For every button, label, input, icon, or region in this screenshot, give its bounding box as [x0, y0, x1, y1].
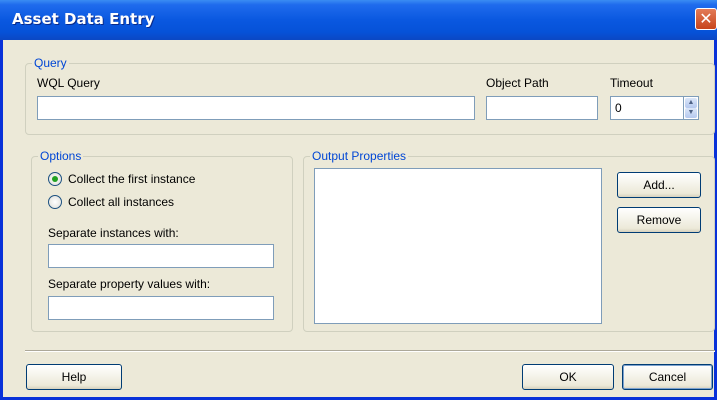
collect-all-radio[interactable]	[48, 195, 62, 209]
timeout-label: Timeout	[610, 76, 653, 90]
query-group-legend: Query	[32, 56, 69, 70]
separate-instances-input[interactable]	[48, 244, 274, 268]
timeout-input[interactable]	[610, 96, 684, 120]
ok-button[interactable]: OK	[522, 364, 614, 390]
close-icon: ✕	[699, 9, 713, 28]
separate-instances-label: Separate instances with:	[48, 226, 179, 240]
object-path-input[interactable]	[486, 96, 598, 120]
timeout-spinner[interactable]: ▲ ▼	[683, 96, 699, 120]
output-properties-list[interactable]	[314, 168, 602, 324]
output-properties-legend: Output Properties	[310, 149, 409, 163]
remove-button[interactable]: Remove	[617, 207, 701, 233]
options-group-legend: Options	[38, 149, 84, 163]
wql-query-input[interactable]	[37, 96, 475, 120]
help-button[interactable]: Help	[26, 364, 122, 390]
spin-up-icon[interactable]: ▲	[685, 98, 697, 108]
wql-query-label: WQL Query	[37, 76, 100, 90]
title-bar[interactable]: Asset Data Entry ✕	[0, 0, 717, 40]
asset-data-entry-dialog: Asset Data Entry ✕ Query WQL Query Objec…	[0, 0, 717, 400]
collect-first-label[interactable]: Collect the first instance	[68, 172, 195, 186]
spin-down-icon[interactable]: ▼	[685, 108, 697, 118]
cancel-button[interactable]: Cancel	[622, 364, 713, 390]
close-button[interactable]: ✕	[695, 8, 717, 30]
footer-separator	[25, 350, 715, 352]
object-path-label: Object Path	[486, 76, 549, 90]
radio-selected-dot	[52, 176, 58, 182]
window-title: Asset Data Entry	[12, 10, 155, 28]
separate-properties-input[interactable]	[48, 296, 274, 320]
collect-all-label[interactable]: Collect all instances	[68, 195, 174, 209]
separate-properties-label: Separate property values with:	[48, 277, 211, 291]
collect-first-radio[interactable]	[48, 172, 62, 186]
add-button[interactable]: Add...	[617, 172, 701, 198]
